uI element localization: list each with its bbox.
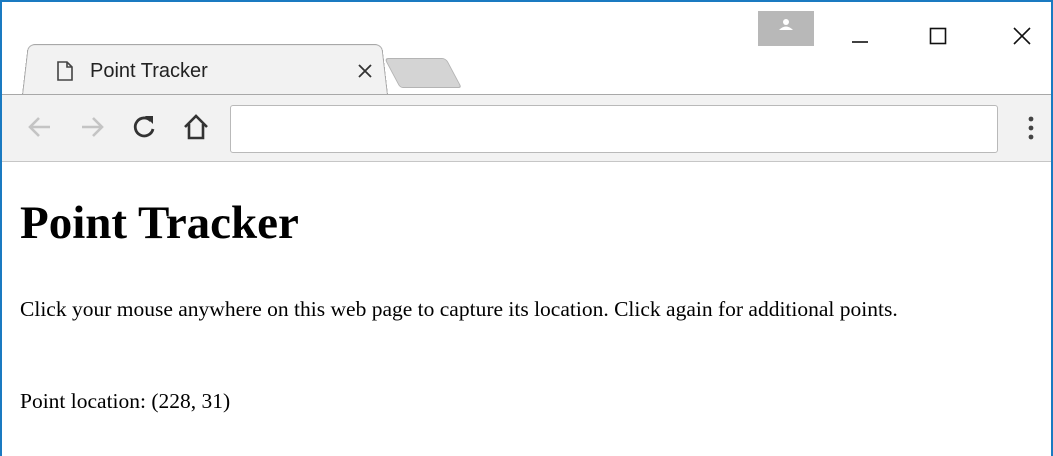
maximize-icon[interactable] — [918, 16, 958, 56]
kebab-menu-icon[interactable] — [1016, 109, 1046, 147]
browser-toolbar — [2, 94, 1051, 162]
page-content[interactable]: Point Tracker Click your mouse anywhere … — [2, 162, 1051, 456]
reload-icon[interactable] — [126, 109, 162, 145]
page-title: Point Tracker — [20, 197, 299, 249]
close-icon[interactable] — [1002, 16, 1042, 56]
back-arrow-icon[interactable] — [22, 109, 58, 145]
forward-arrow-icon[interactable] — [74, 109, 110, 145]
minimize-icon[interactable] — [840, 16, 880, 56]
tab-title: Point Tracker — [90, 59, 208, 82]
point-location-label: Point location: — [20, 389, 147, 413]
profile-icon[interactable] — [758, 11, 814, 46]
address-bar-input[interactable] — [230, 105, 998, 153]
tab-point-tracker[interactable]: Point Tracker — [42, 54, 382, 88]
tab-close-icon[interactable] — [352, 58, 378, 84]
point-location-value: (228, 31) — [151, 389, 231, 413]
page-icon — [54, 59, 76, 83]
title-bar: Point Tracker — [2, 2, 1051, 95]
instructions-text: Click your mouse anywhere on this web pa… — [20, 297, 898, 321]
home-icon[interactable] — [178, 109, 214, 145]
browser-window: Point Tracker Point Tracker Click your m… — [0, 0, 1053, 456]
new-tab-button[interactable] — [384, 58, 462, 88]
point-location: Point location: (228, 31) — [20, 387, 230, 415]
